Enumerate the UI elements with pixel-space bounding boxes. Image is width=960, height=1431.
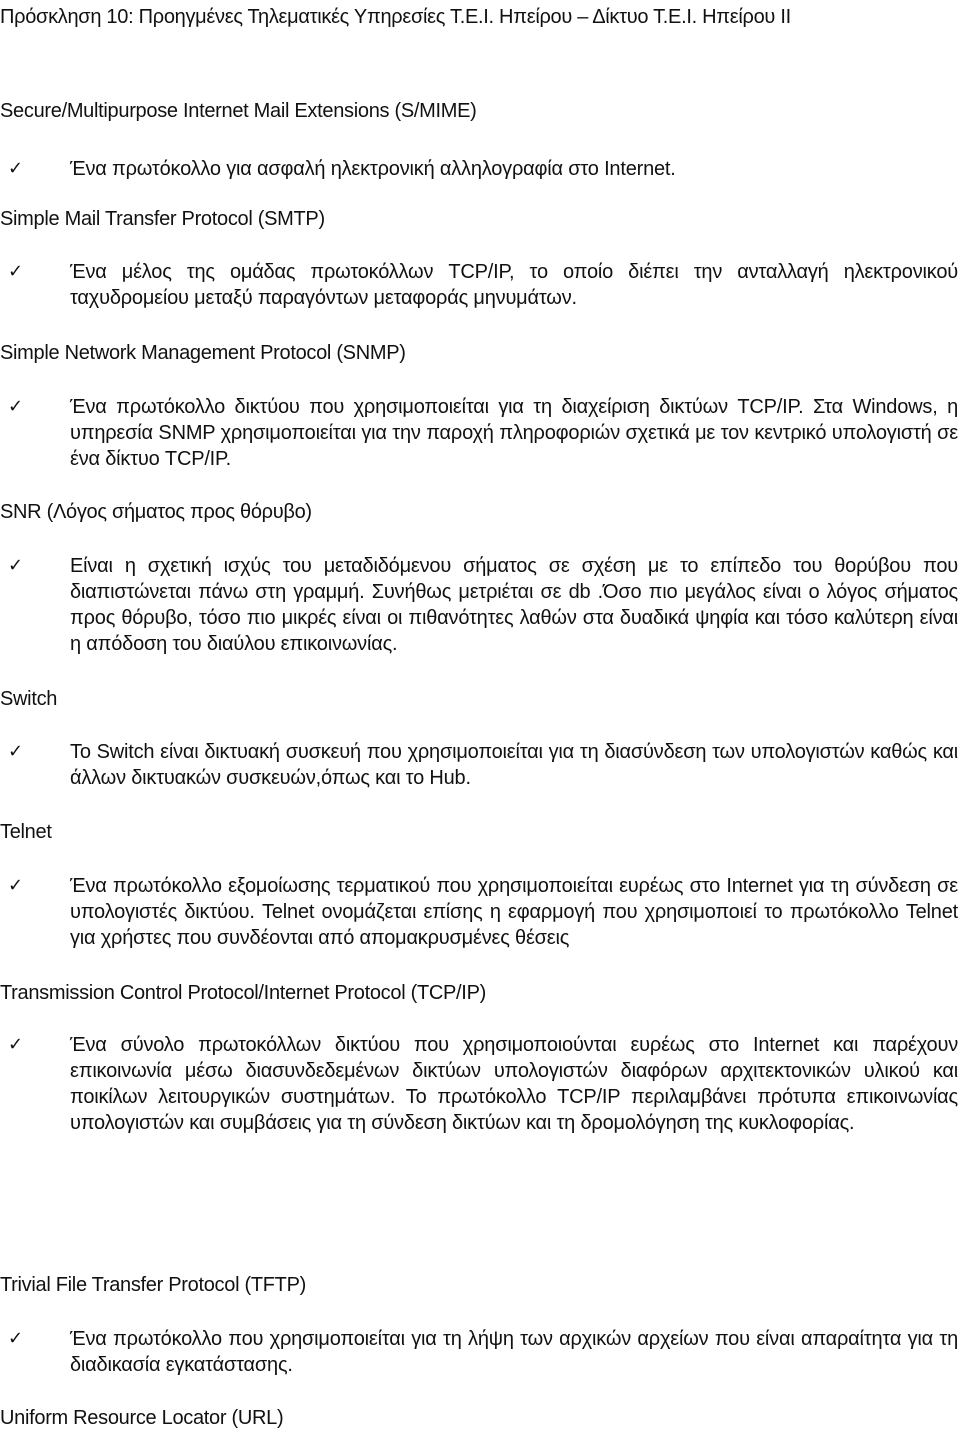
bullet-switch: ✓ Το Switch είναι δικτυακή συσκευή που χ… [8,739,958,791]
bullet-text: Ένα πρωτόκολλο δικτύου που χρησιμοποιείτ… [70,396,958,470]
section-heading-url: Uniform Resource Locator (URL) [0,1407,284,1429]
section-heading-smime: Secure/Multipurpose Internet Mail Extens… [0,100,477,122]
check-icon: ✓ [8,1328,23,1349]
check-icon: ✓ [8,158,23,179]
bullet-text: Είναι η σχετική ισχύς του μεταδιδόμενου … [70,555,958,655]
section-heading-switch: Switch [0,688,58,710]
check-icon: ✓ [8,741,23,762]
bullet-text: Ένα μέλος της ομάδας πρωτοκόλλων TCP/IP,… [70,261,958,309]
page-header-title: Πρόσκληση 10: Προηγμένες Τηλεματικές Υπη… [0,6,791,28]
bullet-text: Ένα πρωτόκολλο για ασφαλή ηλεκτρονική αλ… [70,158,676,180]
check-icon: ✓ [8,1034,23,1055]
check-icon: ✓ [8,261,23,282]
section-heading-telnet: Telnet [0,821,52,843]
bullet-text: Ένα σύνολο πρωτοκόλλων δικτύου που χρησι… [70,1034,958,1134]
check-icon: ✓ [8,555,23,576]
bullet-tcpip: ✓ Ένα σύνολο πρωτοκόλλων δικτύου που χρη… [8,1032,958,1136]
check-icon: ✓ [8,875,23,896]
section-heading-smtp: Simple Mail Transfer Protocol (SMTP) [0,208,325,230]
bullet-tftp: ✓ Ένα πρωτόκολλο που χρησιμοποιείται για… [8,1326,958,1378]
section-heading-tftp: Trivial File Transfer Protocol (TFTP) [0,1274,306,1296]
bullet-text: Το Switch είναι δικτυακή συσκευή που χρη… [70,741,958,789]
check-icon: ✓ [8,396,23,417]
bullet-telnet: ✓ Ένα πρωτόκολλο εξομοίωσης τερματικού π… [8,873,958,951]
bullet-smime: ✓ Ένα πρωτόκολλο για ασφαλή ηλεκτρονική … [8,156,958,182]
bullet-smtp: ✓ Ένα μέλος της ομάδας πρωτοκόλλων TCP/I… [8,259,958,311]
section-heading-snr: SNR (Λόγος σήματος προς θόρυβο) [0,501,312,523]
section-heading-snmp: Simple Network Management Protocol (SNMP… [0,342,406,364]
section-heading-tcpip: Transmission Control Protocol/Internet P… [0,982,486,1004]
bullet-text: Ένα πρωτόκολλο που χρησιμοποιείται για τ… [70,1328,958,1376]
bullet-text: Ένα πρωτόκολλο εξομοίωσης τερματικού που… [70,875,958,949]
bullet-snmp: ✓ Ένα πρωτόκολλο δικτύου που χρησιμοποιε… [8,394,958,472]
bullet-snr: ✓ Είναι η σχετική ισχύς του μεταδιδόμενο… [8,553,958,657]
